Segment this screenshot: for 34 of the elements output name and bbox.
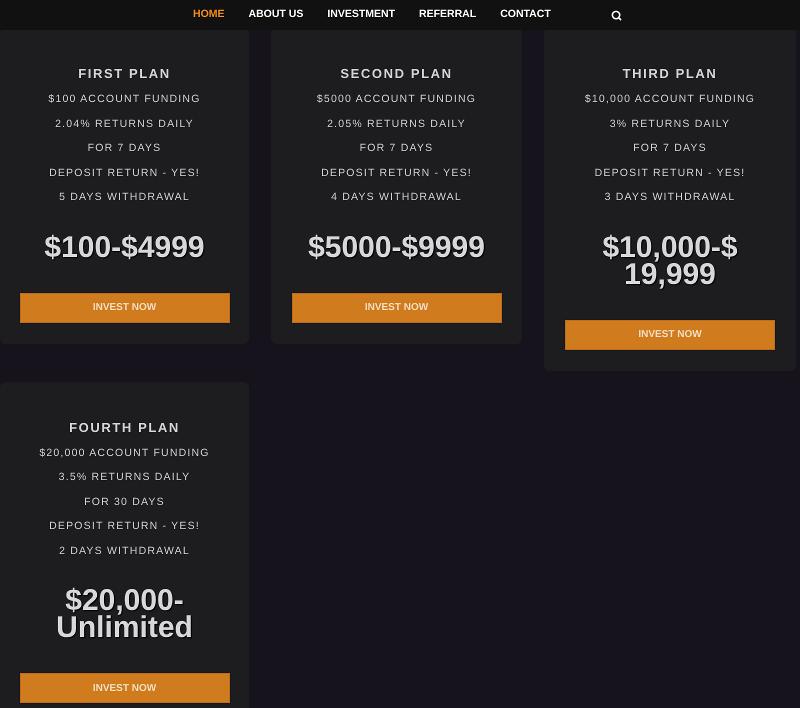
price-range: $5000-$9999 — [308, 234, 485, 260]
plan-feature: DEPOSIT RETURN - YES! — [321, 166, 472, 180]
plan-title: FIRST PLAN — [78, 66, 171, 82]
plan-feature: FOR 7 DAYS — [360, 141, 434, 156]
plan-title: FOURTH PLAN — [69, 420, 180, 436]
price-range: $100-$4999 — [44, 234, 205, 260]
plan-feature: DEPOSIT RETURN - YES! — [594, 166, 746, 180]
search-icon[interactable] — [610, 10, 622, 20]
plan-feature: 3.5% RETURNS DAILY — [58, 470, 190, 485]
nav-link[interactable]: HOME — [193, 7, 224, 23]
nav-link[interactable]: INVESTMENT — [327, 7, 396, 23]
plan-feature: 2.04% RETURNS DAILY — [55, 116, 194, 132]
plan-feature: DEPOSIT RETURN - YES! — [49, 166, 200, 180]
nav-link[interactable]: CONTACT — [500, 7, 551, 23]
plan-title: THIRD PLAN — [622, 66, 718, 82]
price-range: $10,000-$ 19,999 — [602, 234, 738, 288]
plan-feature: 4 DAYS WITHDRAWAL — [331, 190, 462, 205]
plan-feature: 2 DAYS WITHDRAWAL — [59, 544, 190, 558]
nav-link[interactable]: REFERRAL — [419, 7, 476, 23]
nav-link[interactable]: ABOUT US — [248, 7, 304, 23]
plan-feature: 2.05% RETURNS DAILY — [327, 116, 466, 132]
plan-feature: FOR 7 DAYS — [633, 141, 707, 156]
price-range: $20,000- Unlimited — [56, 587, 193, 641]
plan-feature: FOR 30 DAYS — [84, 494, 165, 510]
plan-feature: $100 ACCOUNT FUNDING — [48, 92, 201, 107]
plan-title: SECOND PLAN — [340, 66, 453, 82]
plan-feature: $5000 ACCOUNT FUNDING — [316, 92, 476, 107]
plan-feature: FOR 7 DAYS — [88, 141, 162, 156]
plan-feature: $20,000 ACCOUNT FUNDING — [39, 446, 210, 460]
plan-feature: 3% RETURNS DAILY — [610, 116, 730, 132]
plan-feature: DEPOSIT RETURN - YES! — [49, 519, 200, 534]
plan-feature: 5 DAYS WITHDRAWAL — [59, 190, 190, 205]
plan-feature: 3 DAYS WITHDRAWAL — [604, 190, 736, 205]
plan-feature: $10,000 ACCOUNT FUNDING — [584, 92, 756, 107]
